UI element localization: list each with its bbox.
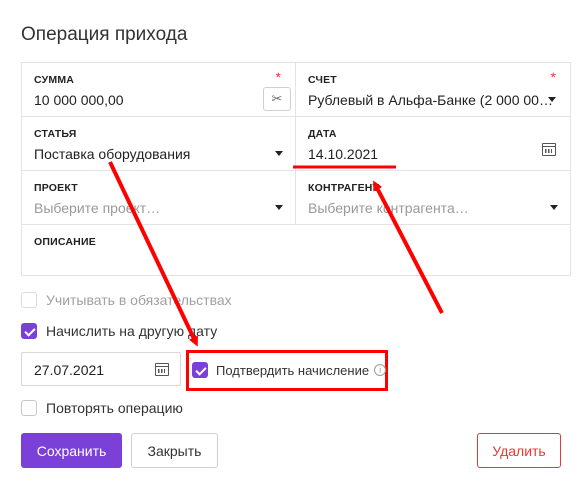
project-field[interactable]: ПРОЕКТ Выберите проект…: [22, 171, 296, 225]
accrual-date-input[interactable]: 27.07.2021: [21, 352, 181, 386]
item-field[interactable]: СТАТЬЯ Поставка оборудования: [22, 117, 296, 171]
counterparty-placeholder[interactable]: Выберите контрагента…: [308, 200, 469, 216]
amount-value[interactable]: 10 000 000,00: [34, 92, 124, 108]
operation-form-grid: СУММА * 10 000 000,00 ✂ СЧЕТ * Рублевый …: [21, 62, 571, 276]
description-field[interactable]: ОПИСАНИЕ: [22, 225, 570, 275]
amount-label: СУММА: [34, 74, 75, 86]
accrual-date-value[interactable]: 27.07.2021: [34, 362, 104, 378]
info-icon[interactable]: i: [374, 364, 387, 376]
calendar-icon[interactable]: [155, 363, 169, 376]
item-label: СТАТЬЯ: [34, 128, 77, 140]
scissors-icon[interactable]: ✂: [263, 87, 291, 111]
account-required-mark: *: [550, 69, 556, 85]
account-field[interactable]: СЧЕТ * Рублевый в Альфа-Банке (2 000 00…: [296, 63, 570, 117]
page-title: Операция прихода: [21, 24, 188, 45]
counterparty-label: КОНТРАГЕНТ: [308, 182, 380, 194]
accrue-other-date-option[interactable]: Начислить на другую дату: [21, 323, 217, 339]
caret-down-icon[interactable]: [548, 97, 556, 102]
accrue-other-date-label[interactable]: Начислить на другую дату: [46, 323, 217, 339]
save-button[interactable]: Сохранить: [21, 433, 122, 468]
close-button[interactable]: Закрыть: [131, 433, 218, 468]
counterparty-field[interactable]: КОНТРАГЕНТ Выберите контрагента…: [296, 171, 570, 225]
caret-down-icon[interactable]: [550, 205, 558, 210]
account-label: СЧЕТ: [308, 74, 337, 86]
account-value[interactable]: Рублевый в Альфа-Банке (2 000 00…: [308, 92, 553, 108]
confirm-accrual-option[interactable]: Подтвердить начисление i: [192, 362, 387, 378]
caret-down-icon[interactable]: [275, 151, 283, 156]
confirm-accrual-label[interactable]: Подтвердить начисление: [216, 363, 369, 378]
include-obligations-label: Учитывать в обязательствах: [46, 292, 232, 308]
caret-down-icon[interactable]: [275, 205, 283, 210]
amount-required-mark: *: [275, 69, 281, 85]
description-label: ОПИСАНИЕ: [34, 236, 96, 248]
calendar-icon[interactable]: [542, 143, 556, 156]
repeat-label[interactable]: Повторять операцию: [46, 400, 183, 416]
date-field[interactable]: ДАТА 14.10.2021: [296, 117, 570, 171]
date-value[interactable]: 14.10.2021: [308, 146, 378, 162]
project-placeholder[interactable]: Выберите проект…: [34, 200, 160, 216]
date-label: ДАТА: [308, 128, 337, 140]
amount-field[interactable]: СУММА * 10 000 000,00 ✂: [22, 63, 296, 117]
item-value[interactable]: Поставка оборудования: [34, 146, 190, 162]
accrue-other-date-checkbox[interactable]: [21, 323, 37, 339]
delete-button[interactable]: Удалить: [477, 433, 561, 468]
repeat-option[interactable]: Повторять операцию: [21, 400, 183, 416]
include-obligations-option: Учитывать в обязательствах: [21, 292, 232, 308]
include-obligations-checkbox: [21, 292, 37, 308]
confirm-accrual-checkbox[interactable]: [192, 362, 208, 378]
project-label: ПРОЕКТ: [34, 182, 78, 194]
repeat-checkbox[interactable]: [21, 400, 37, 416]
